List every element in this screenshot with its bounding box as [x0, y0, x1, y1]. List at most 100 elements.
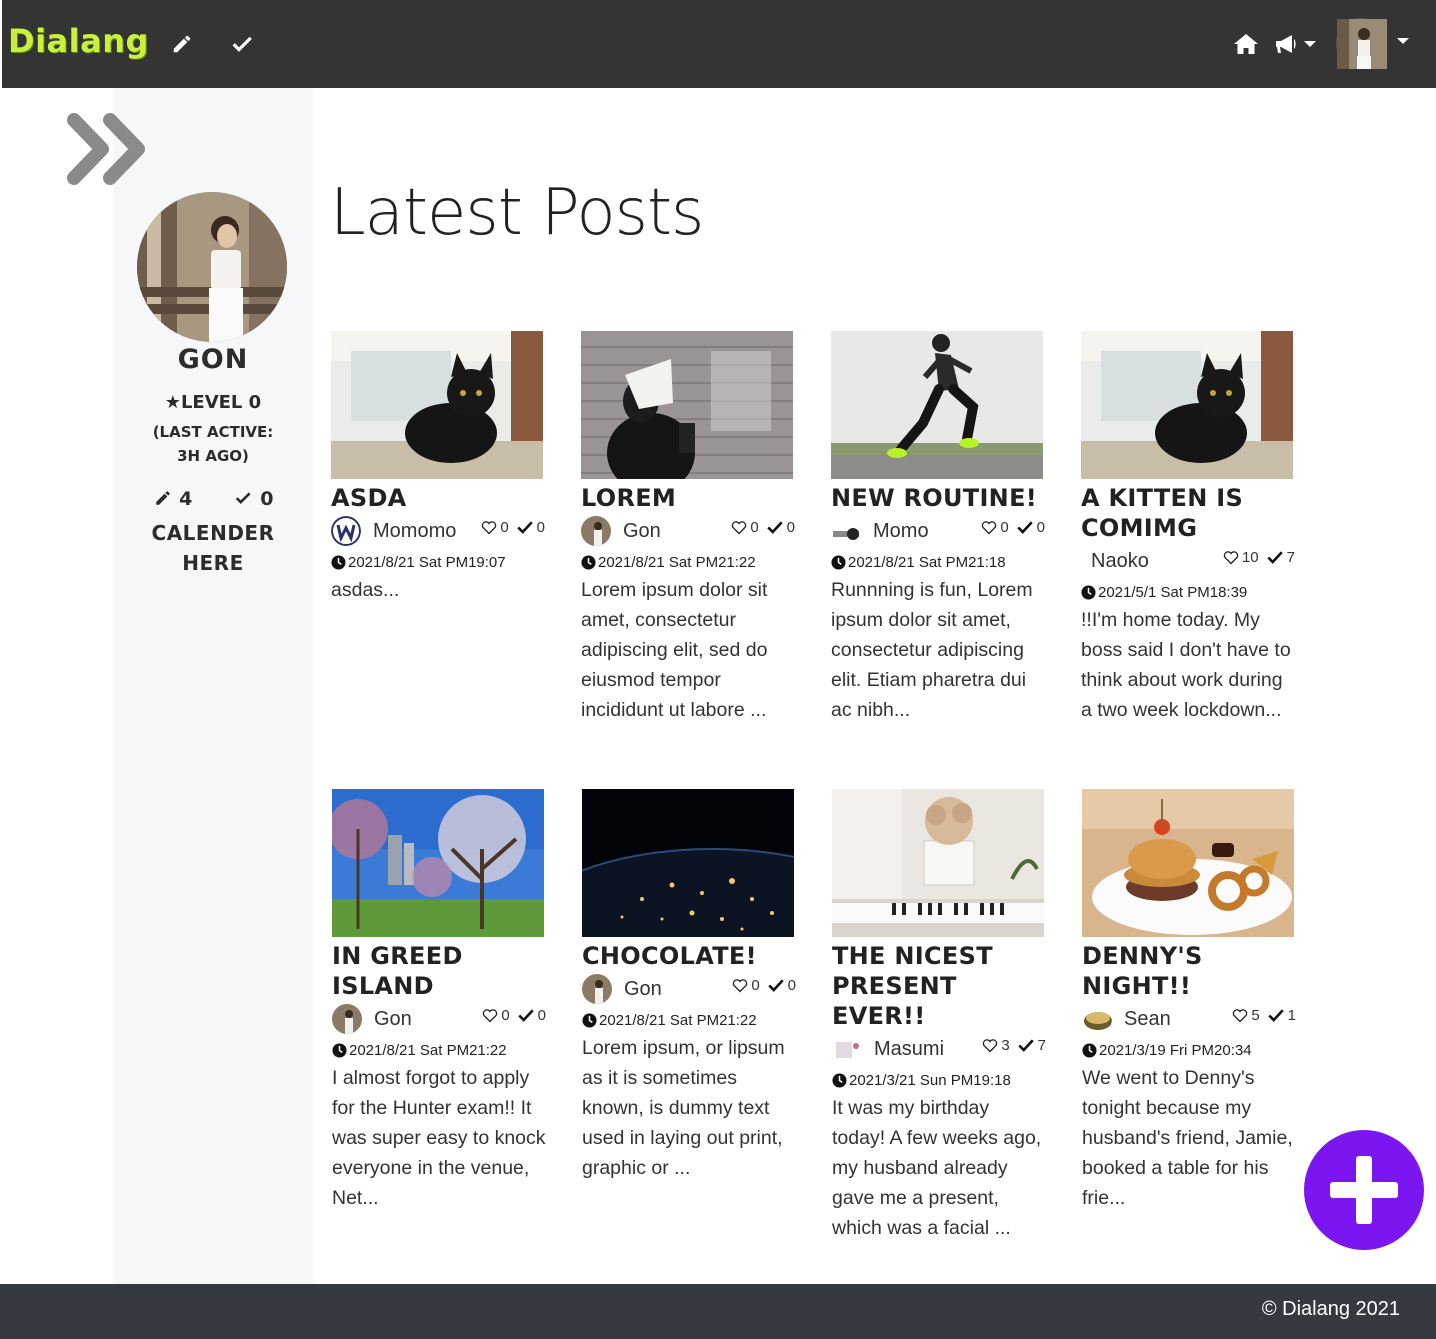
- check-icon[interactable]: [766, 520, 784, 535]
- post-date: 2021/8/21 Sat PM21:22: [332, 1037, 546, 1063]
- heart-icon[interactable]: [731, 520, 747, 535]
- post-counts: 5 1: [1232, 1007, 1296, 1024]
- likes-count: 0: [750, 519, 759, 536]
- likes-count: 3: [1001, 1037, 1010, 1054]
- likes-count: 10: [1241, 549, 1259, 566]
- checks-count: 0: [260, 488, 274, 510]
- post-date-text: 2021/8/21 Sat PM19:07: [348, 553, 506, 571]
- calendar-line2: HERE: [182, 551, 244, 575]
- post-counts: 10 7: [1223, 549, 1295, 566]
- post-card[interactable]: CHOCOLATE! Gon 0 0 2021/8/21 Sat PM21:22…: [582, 789, 796, 1183]
- post-excerpt: I almost forgot to apply for the Hunter …: [332, 1067, 546, 1209]
- post-date-text: 2021/8/21 Sat PM21:22: [598, 553, 756, 571]
- post-title[interactable]: THE NICEST PRESENT EVER!!: [832, 941, 1046, 1031]
- post-title[interactable]: ASDA: [331, 483, 545, 513]
- author-avatar[interactable]: [1082, 1004, 1112, 1034]
- checks-count: 1: [1287, 1007, 1296, 1024]
- check-icon[interactable]: [767, 978, 785, 993]
- post-image-reading[interactable]: [581, 331, 793, 479]
- post-meta: Gon 0 0: [581, 513, 795, 549]
- top-navbar: Dialang: [0, 0, 1436, 88]
- chevron-down-icon[interactable]: [1304, 41, 1316, 47]
- check-icon[interactable]: [516, 520, 534, 535]
- heart-icon[interactable]: [482, 1008, 498, 1023]
- calendar-line1: CALENDER: [151, 521, 275, 545]
- post-title[interactable]: CHOCOLATE!: [582, 941, 796, 971]
- post-image-runner[interactable]: [831, 331, 1043, 479]
- post-title[interactable]: NEW ROUTINE!: [831, 483, 1045, 513]
- post-card[interactable]: THE NICEST PRESENT EVER!! Masumi 3 7 202…: [832, 789, 1046, 1243]
- author-name[interactable]: Sean: [1124, 1008, 1171, 1031]
- post-image-kitten[interactable]: [1081, 331, 1293, 479]
- post-card[interactable]: IN GREED ISLAND Gon 0 0 2021/8/21 Sat PM…: [332, 789, 546, 1213]
- check-icon[interactable]: [1266, 550, 1284, 565]
- post-image-burger[interactable]: [1082, 789, 1294, 937]
- author-name[interactable]: Gon: [624, 978, 662, 1001]
- megaphone-icon[interactable]: [1272, 28, 1304, 60]
- heart-icon[interactable]: [732, 978, 748, 993]
- heart-icon[interactable]: [981, 520, 997, 535]
- post-card[interactable]: A KITTEN IS COMIMG Naoko 10 7 2021/5/1 S…: [1081, 331, 1295, 725]
- author-avatar[interactable]: [332, 1004, 362, 1034]
- likes-count: 0: [501, 1007, 510, 1024]
- chevron-down-icon[interactable]: [1397, 38, 1409, 44]
- heart-icon[interactable]: [1223, 550, 1239, 565]
- post-card[interactable]: NEW ROUTINE! Momo 0 0 2021/8/21 Sat PM21…: [831, 331, 1045, 725]
- check-icon[interactable]: [1016, 520, 1034, 535]
- check-icon[interactable]: [226, 28, 258, 60]
- post-meta: Momomo 0 0: [331, 513, 545, 549]
- level-text: LEVEL 0: [180, 392, 262, 413]
- post-date-text: 2021/3/19 Fri PM20:34: [1099, 1041, 1252, 1059]
- clock-icon: [331, 554, 346, 570]
- double-chevron-right-icon[interactable]: [66, 112, 152, 186]
- author-avatar[interactable]: [331, 516, 361, 546]
- pencil-icon: [153, 488, 180, 510]
- author-avatar[interactable]: [582, 974, 612, 1004]
- author-avatar[interactable]: [581, 516, 611, 546]
- post-excerpt: We went to Denny's tonight because my hu…: [1082, 1067, 1293, 1209]
- footer: © Dialang 2021: [0, 1284, 1436, 1339]
- check-icon[interactable]: [1267, 1008, 1285, 1023]
- pencil-icon[interactable]: [166, 28, 198, 60]
- author-avatar[interactable]: [832, 1034, 862, 1064]
- profile-avatar[interactable]: [137, 192, 287, 342]
- post-image-kitten[interactable]: [331, 331, 543, 479]
- author-name[interactable]: Gon: [374, 1008, 412, 1031]
- page-title: Latest Posts: [330, 176, 704, 250]
- author-name[interactable]: Naoko: [1091, 550, 1149, 573]
- post-image-blossoms[interactable]: [332, 789, 544, 937]
- home-icon[interactable]: [1230, 28, 1262, 60]
- brand-logo[interactable]: Dialang: [8, 22, 149, 60]
- heart-icon[interactable]: [1232, 1008, 1248, 1023]
- post-title[interactable]: DENNY'S NIGHT!!: [1082, 941, 1296, 1001]
- check-icon[interactable]: [517, 1008, 535, 1023]
- clock-icon: [581, 554, 596, 570]
- avatar[interactable]: [1336, 18, 1387, 69]
- copyright-text: © Dialang 2021: [1261, 1298, 1400, 1320]
- post-title[interactable]: IN GREED ISLAND: [332, 941, 546, 1001]
- likes-count: 5: [1251, 1007, 1260, 1024]
- author-name[interactable]: Gon: [623, 520, 661, 543]
- post-excerpt: Runnning is fun, Lorem ipsum dolor sit a…: [831, 579, 1033, 721]
- heart-icon[interactable]: [481, 520, 497, 535]
- post-image-earth-night[interactable]: [582, 789, 794, 937]
- clock-icon: [1082, 1042, 1097, 1058]
- check-icon[interactable]: [1017, 1038, 1035, 1053]
- post-title[interactable]: LOREM: [581, 483, 795, 513]
- posts-count: 4: [179, 488, 193, 510]
- last-active-line2: 3H AGO): [177, 447, 249, 465]
- post-card[interactable]: LOREM Gon 0 0 2021/8/21 Sat PM21:22 Lore…: [581, 331, 795, 725]
- checks-count: 0: [536, 519, 545, 536]
- post-date-text: 2021/8/21 Sat PM21:22: [349, 1041, 507, 1059]
- post-card[interactable]: ASDA Momomo 0 0 2021/8/21 Sat PM19:07 as…: [331, 331, 545, 605]
- author-name[interactable]: Momomo: [373, 520, 456, 543]
- author-name[interactable]: Momo: [873, 520, 929, 543]
- heart-icon[interactable]: [982, 1038, 998, 1053]
- post-meta: Momo 0 0: [831, 513, 1045, 549]
- author-name[interactable]: Masumi: [874, 1038, 944, 1061]
- post-title[interactable]: A KITTEN IS COMIMG: [1081, 483, 1295, 543]
- author-avatar[interactable]: [831, 516, 861, 546]
- post-image-piano-flowers[interactable]: [832, 789, 1044, 937]
- add-post-button[interactable]: [1304, 1130, 1424, 1250]
- post-card[interactable]: DENNY'S NIGHT!! Sean 5 1 2021/3/19 Fri P…: [1082, 789, 1296, 1213]
